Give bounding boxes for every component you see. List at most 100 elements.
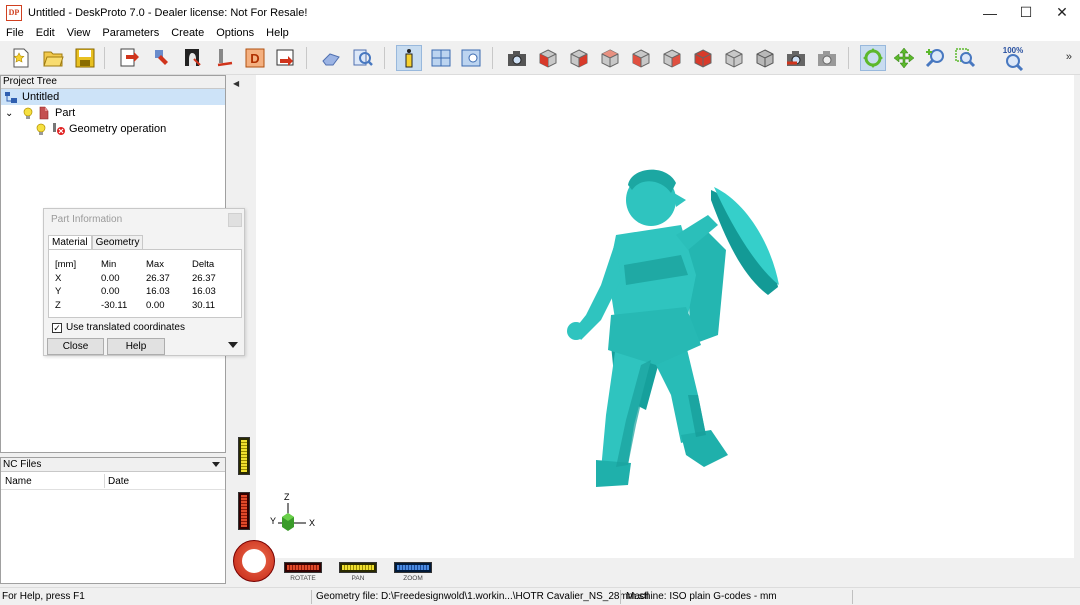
axis-z-label: Z (284, 492, 290, 502)
rotate-dial[interactable] (284, 562, 322, 573)
menu-options[interactable]: Options (210, 27, 260, 39)
rotate-wheel-icon[interactable] (233, 540, 275, 582)
close-dialog-button[interactable]: Close (47, 338, 104, 355)
zoom-100-icon[interactable]: 100% (1000, 45, 1026, 71)
header-max: Max (146, 259, 164, 270)
cutter-icon[interactable] (212, 45, 238, 71)
row-x-axis: X (55, 273, 62, 284)
model-render: Z Y X (270, 169, 779, 531)
row-y-max: 16.03 (146, 286, 170, 297)
zoom-label: ZOOM (403, 575, 423, 582)
write-nc-icon[interactable] (272, 45, 298, 71)
nc-files-header: NC Files (1, 458, 225, 472)
view-bottom-icon[interactable] (721, 45, 747, 71)
tab-geometry[interactable]: Geometry (91, 235, 144, 250)
erase-icon[interactable] (318, 45, 344, 71)
camera-icon[interactable] (504, 45, 530, 71)
window-title: Untitled - DeskProto 7.0 - Dealer licens… (28, 6, 308, 19)
view-iso-icon[interactable] (535, 45, 561, 71)
expand-dialog-icon[interactable] (228, 342, 238, 348)
main-toolbar: D 100% » (0, 41, 1080, 75)
tree-item-project[interactable]: Untitled (1, 89, 225, 105)
zoom-percent-label: 100% (1003, 46, 1023, 55)
row-z-min: -30.11 (101, 300, 128, 311)
axis-y-label: Y (270, 516, 276, 526)
snapshot-gray-icon[interactable] (814, 45, 840, 71)
row-x-min: 0.00 (101, 273, 120, 284)
red-slider-icon[interactable] (238, 492, 250, 530)
import-geometry-icon[interactable] (116, 45, 142, 71)
dimensions-table: [mm] Min Max Delta X 0.00 26.37 26.37 Y … (48, 249, 242, 318)
part-parameters-icon[interactable] (148, 45, 174, 71)
toolbar-overflow-icon[interactable]: » (1066, 51, 1072, 63)
view-left-icon[interactable] (628, 45, 654, 71)
operation-parameters-icon[interactable] (180, 45, 206, 71)
header-min: Min (101, 259, 117, 270)
menu-help[interactable]: Help (260, 27, 295, 39)
cavalier-figure (567, 169, 779, 487)
tree-item-geometry-operation[interactable]: Geometry operation (36, 121, 166, 137)
zoom-window-icon[interactable] (952, 45, 978, 71)
lightbulb-icon[interactable] (23, 107, 33, 120)
help-button[interactable]: Help (107, 338, 165, 355)
status-bar: For Help, press F1 Geometry file: D:\Fre… (0, 587, 1080, 605)
new-project-icon[interactable] (8, 45, 34, 71)
translated-coordinates-checkbox[interactable]: ✓ (52, 322, 62, 333)
view-back-icon[interactable] (597, 45, 623, 71)
row-z-max: 0.00 (146, 300, 165, 311)
view-front-icon[interactable] (566, 45, 592, 71)
nc-files-title: NC Files (3, 459, 42, 470)
view-box-icon[interactable] (752, 45, 778, 71)
tab-material[interactable]: Material (48, 235, 92, 250)
minimize-button[interactable]: — (972, 0, 1008, 25)
pan-dial[interactable] (339, 562, 377, 573)
project-icon (4, 91, 18, 104)
tree-item-part[interactable]: ⌄ Part (5, 105, 75, 121)
preview-magnifier-icon[interactable] (350, 45, 376, 71)
view-right-icon[interactable] (659, 45, 685, 71)
nc-files-panel: NC Files Name Date (0, 457, 226, 584)
3d-viewport[interactable]: Z Y X (256, 75, 1074, 558)
part-name: Part (55, 107, 76, 119)
view-options-icon[interactable] (458, 45, 484, 71)
menu-parameters[interactable]: Parameters (96, 27, 165, 39)
maximize-button[interactable]: ☐ (1008, 0, 1044, 25)
row-x-max: 26.37 (146, 273, 170, 284)
column-date[interactable]: Date (108, 476, 129, 487)
close-button[interactable]: ✕ (1044, 0, 1080, 25)
translated-coordinates-option[interactable]: ✓ Use translated coordinates (52, 322, 185, 333)
open-folder-icon[interactable] (40, 45, 66, 71)
column-name[interactable]: Name (5, 476, 32, 487)
rotate-mode-icon[interactable] (860, 45, 886, 71)
layout-view-icon[interactable] (428, 45, 454, 71)
part-information-dialog: Part Information Material Geometry [mm] … (43, 208, 245, 356)
menu-create[interactable]: Create (165, 27, 210, 39)
title-bar: DP Untitled - DeskProto 7.0 - Dealer lic… (0, 0, 1080, 25)
status-machine: Machine: ISO plain G-codes - mm (626, 591, 777, 602)
zoom-mode-icon[interactable] (922, 45, 948, 71)
dialog-close-icon[interactable] (228, 213, 242, 227)
pan-mode-icon[interactable] (891, 45, 917, 71)
status-geometry-file: Geometry file: D:\Freedesignwold\1.worki… (316, 591, 649, 602)
menu-view[interactable]: View (61, 27, 97, 39)
yellow-slider-icon[interactable] (238, 437, 250, 475)
part-info-icon[interactable] (396, 45, 422, 71)
zoom-dial[interactable] (394, 562, 432, 573)
view-top-icon[interactable] (690, 45, 716, 71)
operation-name: Geometry operation (69, 123, 167, 135)
menu-edit[interactable]: Edit (30, 27, 61, 39)
collapse-panel-icon[interactable]: ◀ (233, 79, 239, 88)
pan-label: PAN (351, 575, 365, 582)
chevron-down-icon[interactable]: ⌄ (5, 108, 19, 119)
dropdown-arrow-icon[interactable] (212, 462, 220, 467)
part-icon (38, 106, 51, 120)
snapshot-icon[interactable] (783, 45, 809, 71)
dialog-tabs: Material Geometry (48, 235, 144, 250)
menu-file[interactable]: File (0, 27, 30, 39)
save-icon[interactable] (72, 45, 98, 71)
axis-indicator: Z Y X (270, 492, 315, 531)
project-tree-header: Project Tree (1, 76, 225, 89)
lightbulb-icon[interactable] (36, 123, 46, 136)
checkbox-label: Use translated coordinates (66, 322, 185, 333)
toolpath-icon[interactable]: D (242, 45, 268, 71)
